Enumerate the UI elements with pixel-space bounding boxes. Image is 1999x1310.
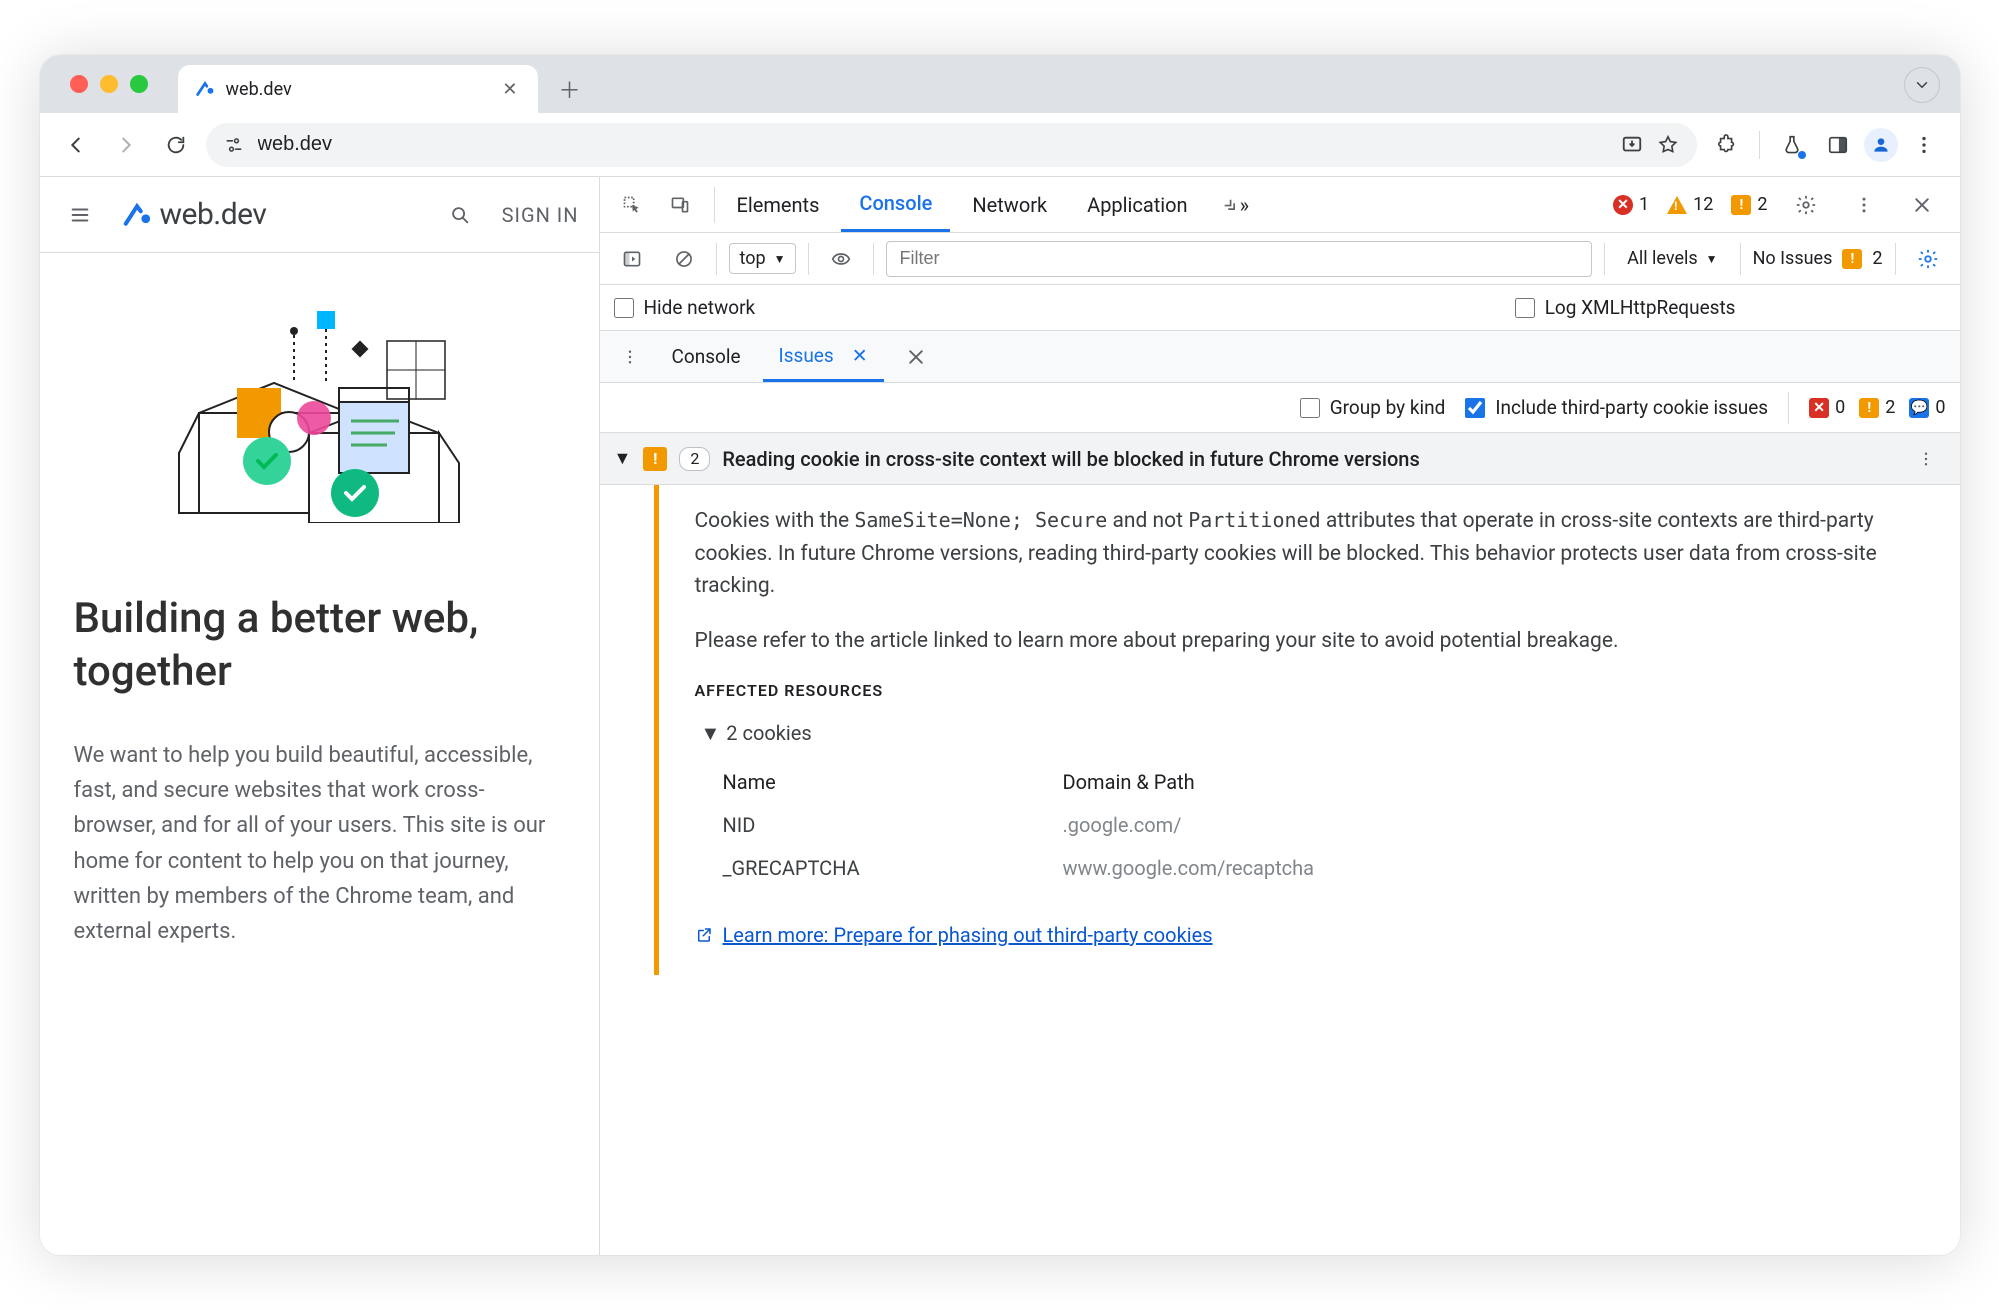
close-tab-icon[interactable]: ✕ [498, 75, 521, 104]
issue-body: Cookies with the SameSite=None; Secure a… [654, 485, 1960, 975]
minimize-window-icon[interactable] [100, 75, 118, 93]
issue-count-warning: !2 [1859, 397, 1895, 418]
issues-options: Group by kind Include third-party cookie… [600, 383, 1960, 433]
group-by-kind-checkbox[interactable]: Group by kind [1300, 396, 1446, 419]
devtools-tab-bar: Elements Console Network Application » ✕… [600, 177, 1960, 233]
live-expression-icon[interactable] [821, 239, 861, 279]
back-button[interactable] [56, 125, 96, 165]
console-settings-icon[interactable] [1908, 239, 1948, 279]
learn-more-row: Learn more: Prepare for phasing out thir… [695, 920, 1920, 951]
console-toolbar: top▼ All levels▼ No Issues ! 2 [600, 233, 1960, 285]
context-selector[interactable]: top▼ [729, 243, 797, 274]
site-name: web.dev [160, 197, 267, 232]
tab-network[interactable]: Network [954, 177, 1065, 232]
drawer-tab-bar: Console Issues✕ [600, 331, 1960, 383]
filter-input[interactable] [886, 241, 1592, 277]
tab-title: web.dev [226, 79, 489, 100]
address-bar[interactable] [206, 123, 1697, 167]
expand-caret-icon[interactable]: ▼ [614, 448, 632, 469]
console-options: Hide network Log XMLHttpRequests [600, 285, 1960, 331]
close-drawer-tab-icon[interactable]: ✕ [852, 344, 868, 367]
no-issues-indicator[interactable]: No Issues ! 2 [1753, 248, 1883, 269]
issue-count-error: ✕0 [1809, 397, 1845, 418]
browser-menu-button[interactable] [1904, 125, 1944, 165]
hide-network-checkbox[interactable]: Hide network [614, 296, 756, 319]
clear-console-icon[interactable] [664, 239, 704, 279]
page-viewport: web.dev SIGN IN [40, 177, 600, 1255]
profile-avatar[interactable] [1864, 128, 1898, 162]
log-levels-selector[interactable]: All levels▼ [1617, 244, 1727, 273]
site-settings-icon[interactable] [224, 135, 244, 155]
browser-tab-strip: web.dev ✕ ＋ [40, 55, 1960, 113]
tab-console[interactable]: Console [841, 177, 950, 232]
issues-badge[interactable]: !2 [1731, 194, 1767, 215]
tab-search-button[interactable] [1904, 67, 1940, 103]
learn-more-link[interactable]: Learn more: Prepare for phasing out thir… [723, 920, 1213, 951]
external-link-icon [695, 926, 713, 944]
tab-elements[interactable]: Elements [719, 177, 838, 232]
page-body: Building a better web, together We want … [40, 253, 599, 989]
reload-button[interactable] [156, 125, 196, 165]
devtools-status-badges: ✕1 !12 !2 [1613, 185, 1947, 225]
page-paragraph: We want to help you build beautiful, acc… [74, 738, 565, 949]
side-panel-button[interactable] [1818, 125, 1858, 165]
errors-badge[interactable]: ✕1 [1613, 194, 1649, 215]
issue-description-2: Please refer to the article linked to le… [695, 625, 1920, 658]
devtools-menu-icon[interactable] [1844, 185, 1884, 225]
url-input[interactable] [258, 133, 1607, 156]
drawer-menu-icon[interactable] [610, 337, 650, 377]
close-window-icon[interactable] [70, 75, 88, 93]
device-toolbar-icon[interactable] [660, 185, 700, 225]
issue-count-info: 💬0 [1909, 397, 1945, 418]
menu-icon[interactable] [60, 195, 100, 235]
issue-severity-icon: ! [643, 447, 667, 471]
console-sidebar-toggle-icon[interactable] [612, 239, 652, 279]
browser-toolbar [40, 113, 1960, 177]
warnings-badge[interactable]: !12 [1667, 194, 1713, 215]
install-app-icon[interactable] [1621, 134, 1643, 156]
log-xhr-checkbox[interactable]: Log XMLHttpRequests [1515, 296, 1736, 319]
tab-favicon [194, 78, 216, 100]
more-tabs-icon[interactable]: » [1210, 177, 1259, 232]
bookmark-star-icon[interactable] [1657, 134, 1679, 156]
table-row[interactable]: _GRECAPTCHA www.google.com/recaptcha [723, 847, 1920, 890]
hero-illustration [74, 293, 565, 523]
issue-header[interactable]: ▼ ! 2 Reading cookie in cross-site conte… [600, 433, 1960, 485]
table-header-row: Name Domain & Path [723, 761, 1920, 804]
cookie-table: Name Domain & Path NID .google.com/ _GRE… [723, 761, 1920, 890]
site-header: web.dev SIGN IN [40, 177, 599, 253]
tab-application[interactable]: Application [1069, 177, 1205, 232]
maximize-window-icon[interactable] [130, 75, 148, 93]
settings-gear-icon[interactable] [1786, 185, 1826, 225]
sign-in-link[interactable]: SIGN IN [502, 203, 579, 227]
page-headline: Building a better web, together [74, 593, 565, 698]
site-logo[interactable]: web.dev [122, 197, 267, 232]
issue-menu-icon[interactable] [1906, 439, 1946, 479]
close-drawer-icon[interactable] [896, 337, 936, 377]
cookies-summary[interactable]: ▼2 cookies [701, 718, 1920, 749]
issue-title: Reading cookie in cross-site context wil… [722, 447, 1893, 471]
drawer-tab-console[interactable]: Console [656, 331, 757, 382]
window-controls [70, 75, 148, 93]
include-third-party-checkbox[interactable]: Include third-party cookie issues [1465, 396, 1768, 419]
labs-button[interactable] [1772, 125, 1812, 165]
close-devtools-icon[interactable] [1902, 185, 1942, 225]
new-tab-button[interactable]: ＋ [550, 69, 590, 109]
issue-description-1: Cookies with the SameSite=None; Secure a… [695, 505, 1920, 603]
browser-tab[interactable]: web.dev ✕ [178, 65, 538, 113]
inspect-element-icon[interactable] [612, 185, 652, 225]
extensions-button[interactable] [1707, 125, 1747, 165]
search-icon[interactable] [440, 195, 480, 235]
forward-button[interactable] [106, 125, 146, 165]
drawer-tab-issues[interactable]: Issues✕ [763, 331, 884, 382]
affected-resources-heading: AFFECTED RESOURCES [695, 679, 1920, 704]
devtools-panel: Elements Console Network Application » ✕… [600, 177, 1960, 1255]
issue-count-pill: 2 [679, 447, 710, 471]
table-row[interactable]: NID .google.com/ [723, 804, 1920, 847]
